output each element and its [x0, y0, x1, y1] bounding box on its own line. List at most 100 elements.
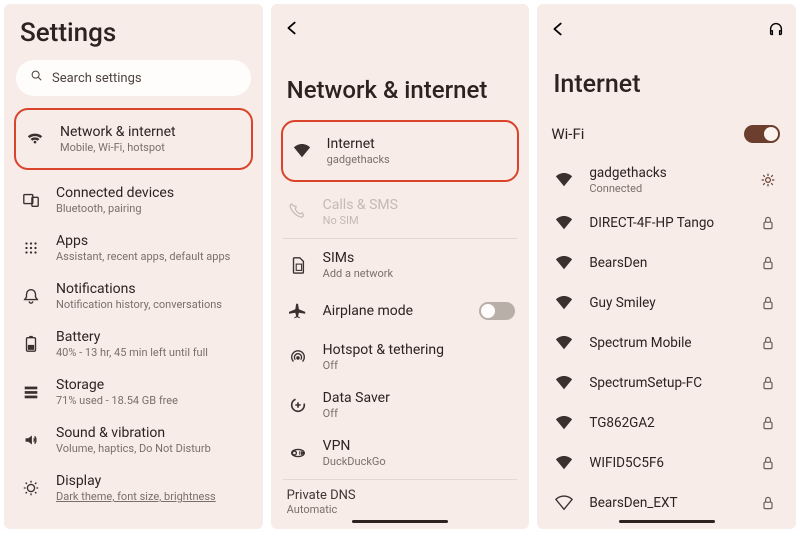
lock-icon — [754, 455, 782, 471]
internet-screen: Internet Wi-Fi gadgethacks Connected DIR… — [537, 4, 796, 529]
airplane-mode-toggle[interactable] — [479, 302, 515, 320]
item-title: Battery — [56, 329, 249, 345]
wifi-network-direct-4f-hp-tango[interactable]: DIRECT-4F-HP Tango — [547, 203, 786, 243]
phone-icon — [285, 203, 311, 221]
private-dns-title[interactable]: Private DNS — [281, 482, 520, 503]
wifi-signal-icon — [551, 214, 577, 232]
item-subtitle: DuckDuckGo — [323, 455, 516, 468]
storage-icon — [18, 383, 44, 401]
wifi-signal-icon — [551, 334, 577, 352]
lock-icon — [754, 415, 782, 431]
airplane-icon — [285, 302, 311, 320]
settings-screen: Settings Search settings Network & inter… — [4, 4, 263, 529]
wifi-signal-icon — [551, 414, 577, 432]
settings-item-network-internet[interactable]: Network & internet Mobile, Wi-Fi, hotspo… — [18, 115, 249, 163]
item-subtitle: Assistant, recent apps, default apps — [56, 250, 249, 263]
wifi-toggle[interactable] — [744, 125, 780, 143]
settings-item-battery[interactable]: Battery 40% - 13 hr, 45 min left until f… — [14, 320, 253, 368]
item-subtitle: Mobile, Wi-Fi, hotspot — [60, 141, 245, 154]
network-internet-screen: Network & internet Internet gadgethacks … — [271, 4, 530, 529]
wifi-signal-icon — [551, 294, 577, 312]
highlight-box: Internet gadgethacks — [281, 120, 520, 182]
item-subtitle: Off — [323, 359, 516, 372]
settings-item-sound-vibration[interactable]: Sound & vibration Volume, haptics, Do No… — [14, 416, 253, 464]
back-button[interactable] — [281, 17, 303, 39]
lock-icon — [754, 255, 782, 271]
wifi-solid-icon — [289, 142, 315, 160]
settings-item-notifications[interactable]: Notifications Notification history, conv… — [14, 272, 253, 320]
wifi-ssid: Guy Smiley — [589, 295, 742, 311]
battery-icon — [18, 335, 44, 353]
highlight-box: Network & internet Mobile, Wi-Fi, hotspo… — [14, 108, 253, 170]
sim-icon — [285, 256, 311, 274]
wifi-status: Connected — [589, 182, 742, 195]
wifi-network-spectrum-mobile[interactable]: Spectrum Mobile — [547, 323, 786, 363]
wifi-signal-icon — [551, 254, 577, 272]
back-button[interactable] — [547, 18, 569, 40]
item-subtitle: gadgethacks — [327, 153, 512, 166]
item-subtitle: Bluetooth, pairing — [56, 202, 249, 215]
wifi-signal-icon — [551, 454, 577, 472]
item-title: Hotspot & tethering — [323, 342, 516, 358]
wifi-ssid: TG862GA2 — [589, 415, 742, 431]
item-subtitle: Off — [323, 407, 516, 420]
item-subtitle: Notification history, conversations — [56, 298, 249, 311]
wifi-label: Wi-Fi — [551, 125, 584, 143]
lock-icon — [754, 375, 782, 391]
item-title: Connected devices — [56, 185, 249, 201]
network-item-internet[interactable]: Internet gadgethacks — [285, 127, 516, 175]
divider — [283, 479, 518, 480]
wifi-network-spectrumsetup-fc[interactable]: SpectrumSetup-FC — [547, 363, 786, 403]
wifi-network-tg862ga2[interactable]: TG862GA2 — [547, 403, 786, 443]
item-title: Airplane mode — [323, 303, 468, 319]
page-title: Internet — [553, 70, 780, 99]
wifi-network-gadgethacks[interactable]: gadgethacks Connected — [547, 157, 786, 203]
wifi-network-bearsden-ext[interactable]: BearsDen_EXT — [547, 483, 786, 517]
settings-item-display[interactable]: Display Dark theme, font size, brightnes… — [14, 464, 253, 512]
settings-item-storage[interactable]: Storage 71% used - 18.54 GB free — [14, 368, 253, 416]
gear-icon[interactable] — [754, 172, 782, 188]
network-item-data-saver[interactable]: Data Saver Off — [281, 381, 520, 429]
hotspot-icon — [285, 348, 311, 366]
wifi-signal-icon — [551, 374, 577, 392]
settings-item-connected-devices[interactable]: Connected devices Bluetooth, pairing — [14, 176, 253, 224]
datasaver-icon — [285, 396, 311, 414]
item-title: Calls & SMS — [323, 197, 516, 213]
item-title: Sound & vibration — [56, 425, 249, 441]
wifi-ssid: BearsDen_EXT — [589, 495, 742, 511]
item-subtitle: 40% - 13 hr, 45 min left until full — [56, 346, 249, 359]
item-subtitle: No SIM — [323, 214, 516, 227]
page-title: Network & internet — [287, 76, 514, 104]
search-placeholder: Search settings — [52, 71, 142, 86]
bell-icon — [18, 287, 44, 305]
wifi-ssid: Spectrum Mobile — [589, 335, 742, 351]
item-title: SIMs — [323, 250, 516, 266]
item-subtitle: Volume, haptics, Do Not Disturb — [56, 442, 249, 455]
network-item-vpn[interactable]: VPN DuckDuckGo — [281, 429, 520, 477]
wifi-ssid: SpectrumSetup-FC — [589, 375, 742, 391]
wifi-network-guy-smiley[interactable]: Guy Smiley — [547, 283, 786, 323]
nav-bar-handle — [619, 520, 715, 523]
divider — [283, 238, 518, 239]
wifi-signal-icon — [551, 494, 577, 512]
network-item-hotspot-tethering[interactable]: Hotspot & tethering Off — [281, 333, 520, 381]
item-title: Apps — [56, 233, 249, 249]
item-title: Display — [56, 473, 249, 489]
display-icon — [18, 479, 44, 497]
headset-icon[interactable] — [766, 19, 786, 39]
vpn-icon — [285, 444, 311, 462]
lock-icon — [754, 295, 782, 311]
network-item-sims[interactable]: SIMs Add a network — [281, 241, 520, 289]
wifi-network-wifid5c5f6[interactable]: WIFID5C5F6 — [547, 443, 786, 483]
search-icon — [30, 69, 44, 87]
wifi-icon — [22, 130, 48, 148]
page-title: Settings — [20, 18, 249, 48]
wifi-signal-icon — [551, 171, 577, 189]
settings-item-apps[interactable]: Apps Assistant, recent apps, default app… — [14, 224, 253, 272]
item-title: Storage — [56, 377, 249, 393]
wifi-ssid: DIRECT-4F-HP Tango — [589, 215, 742, 231]
lock-icon — [754, 215, 782, 231]
search-settings[interactable]: Search settings — [16, 60, 251, 96]
wifi-network-bearsden[interactable]: BearsDen — [547, 243, 786, 283]
network-item-airplane-mode[interactable]: Airplane mode — [281, 289, 520, 333]
